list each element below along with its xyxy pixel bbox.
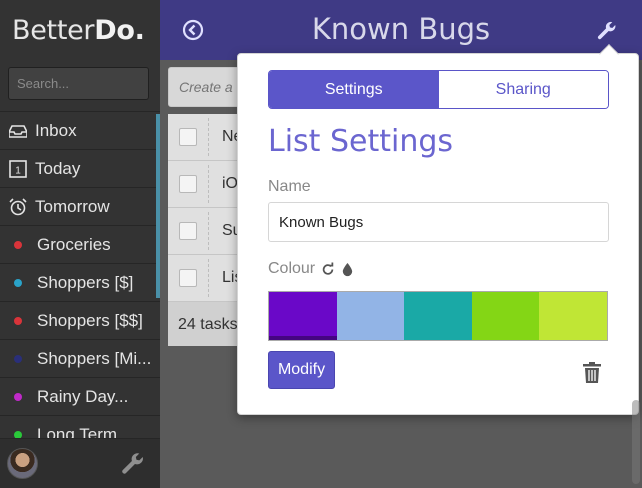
list-color-dot bbox=[14, 278, 22, 287]
settings-tabs: Settings Sharing bbox=[268, 70, 609, 109]
sidebar-item-today[interactable]: 1 Today bbox=[0, 150, 160, 188]
sidebar-footer bbox=[0, 438, 160, 488]
search-container bbox=[0, 60, 160, 112]
scrollbar[interactable] bbox=[632, 400, 640, 484]
list-nav: Inbox 1 Today Tomorrow Groceries Shopper… bbox=[0, 112, 160, 454]
list-color-dot bbox=[14, 392, 22, 401]
colour-swatches bbox=[268, 291, 608, 341]
task-checkbox[interactable] bbox=[179, 269, 197, 287]
sidebar-item-label: Shoppers [$] bbox=[37, 272, 134, 292]
brand-bold: Do. bbox=[94, 14, 145, 46]
app-logo[interactable]: Better Do. bbox=[0, 0, 160, 60]
task-checkbox[interactable] bbox=[179, 175, 197, 193]
popover-title: List Settings bbox=[268, 124, 454, 159]
name-label: Name bbox=[268, 178, 311, 195]
colour-swatch-green[interactable] bbox=[471, 292, 540, 340]
alarm-clock-icon bbox=[8, 197, 28, 217]
tab-sharing[interactable]: Sharing bbox=[438, 71, 608, 108]
refresh-icon[interactable] bbox=[321, 262, 335, 276]
sidebar-item-groceries[interactable]: Groceries bbox=[0, 226, 160, 264]
colour-row: Colour bbox=[268, 260, 355, 278]
trash-icon[interactable] bbox=[583, 362, 601, 383]
sidebar-item-label: Rainy Day... bbox=[37, 386, 129, 406]
wrench-icon[interactable] bbox=[120, 451, 146, 477]
page-title: Known Bugs bbox=[311, 12, 491, 46]
sidebar-item-tomorrow[interactable]: Tomorrow bbox=[0, 188, 160, 226]
divider bbox=[208, 165, 209, 203]
task-checkbox[interactable] bbox=[179, 222, 197, 240]
svg-text:1: 1 bbox=[15, 165, 21, 176]
task-label: iO bbox=[222, 175, 238, 192]
brand-light: Better bbox=[12, 14, 95, 46]
sidebar-item-shoppers[interactable]: Shoppers [$] bbox=[0, 264, 160, 302]
colour-swatch-purple[interactable] bbox=[269, 292, 337, 340]
list-settings-popover: Settings Sharing List Settings Name Colo… bbox=[237, 44, 639, 415]
modify-button[interactable]: Modify bbox=[268, 351, 335, 389]
sidebar-item-label: Today bbox=[35, 158, 81, 178]
colour-swatch-lime[interactable] bbox=[539, 292, 607, 340]
avatar[interactable] bbox=[7, 448, 38, 479]
list-color-dot bbox=[14, 240, 22, 249]
task-checkbox[interactable] bbox=[179, 128, 197, 146]
inbox-icon bbox=[8, 121, 28, 141]
sidebar-item-shoppers-mi[interactable]: Shoppers [Mi... bbox=[0, 340, 160, 378]
sidebar-item-inbox[interactable]: Inbox bbox=[0, 112, 160, 150]
sidebar-item-label: Inbox bbox=[35, 120, 77, 140]
list-name-field[interactable] bbox=[268, 202, 609, 242]
wrench-icon[interactable] bbox=[596, 20, 618, 42]
sidebar-item-label: Shoppers [Mi... bbox=[37, 348, 152, 368]
sidebar-item-label: Tomorrow bbox=[35, 196, 110, 216]
droplet-icon[interactable] bbox=[341, 262, 355, 277]
sidebar-item-label: Groceries bbox=[37, 234, 111, 254]
colour-label: Colour bbox=[268, 260, 316, 277]
divider bbox=[208, 118, 209, 156]
sidebar-item-rainy-day[interactable]: Rainy Day... bbox=[0, 378, 160, 416]
colour-swatch-teal[interactable] bbox=[404, 292, 472, 340]
calendar-day-icon: 1 bbox=[8, 159, 28, 179]
divider bbox=[208, 212, 209, 250]
sidebar-item-shoppers-2[interactable]: Shoppers [$$] bbox=[0, 302, 160, 340]
list-header: Known Bugs bbox=[160, 0, 642, 60]
sidebar: BetterDo. Inbox 1 Today Tomorrow Groceri… bbox=[0, 0, 160, 488]
search-input[interactable] bbox=[8, 67, 149, 100]
divider bbox=[208, 259, 209, 297]
sidebar-item-label: Shoppers [$$] bbox=[37, 310, 143, 330]
list-color-dot bbox=[14, 316, 22, 325]
list-color-dot bbox=[14, 354, 22, 363]
tab-settings[interactable]: Settings bbox=[269, 71, 439, 108]
colour-swatch-light-blue[interactable] bbox=[336, 292, 405, 340]
